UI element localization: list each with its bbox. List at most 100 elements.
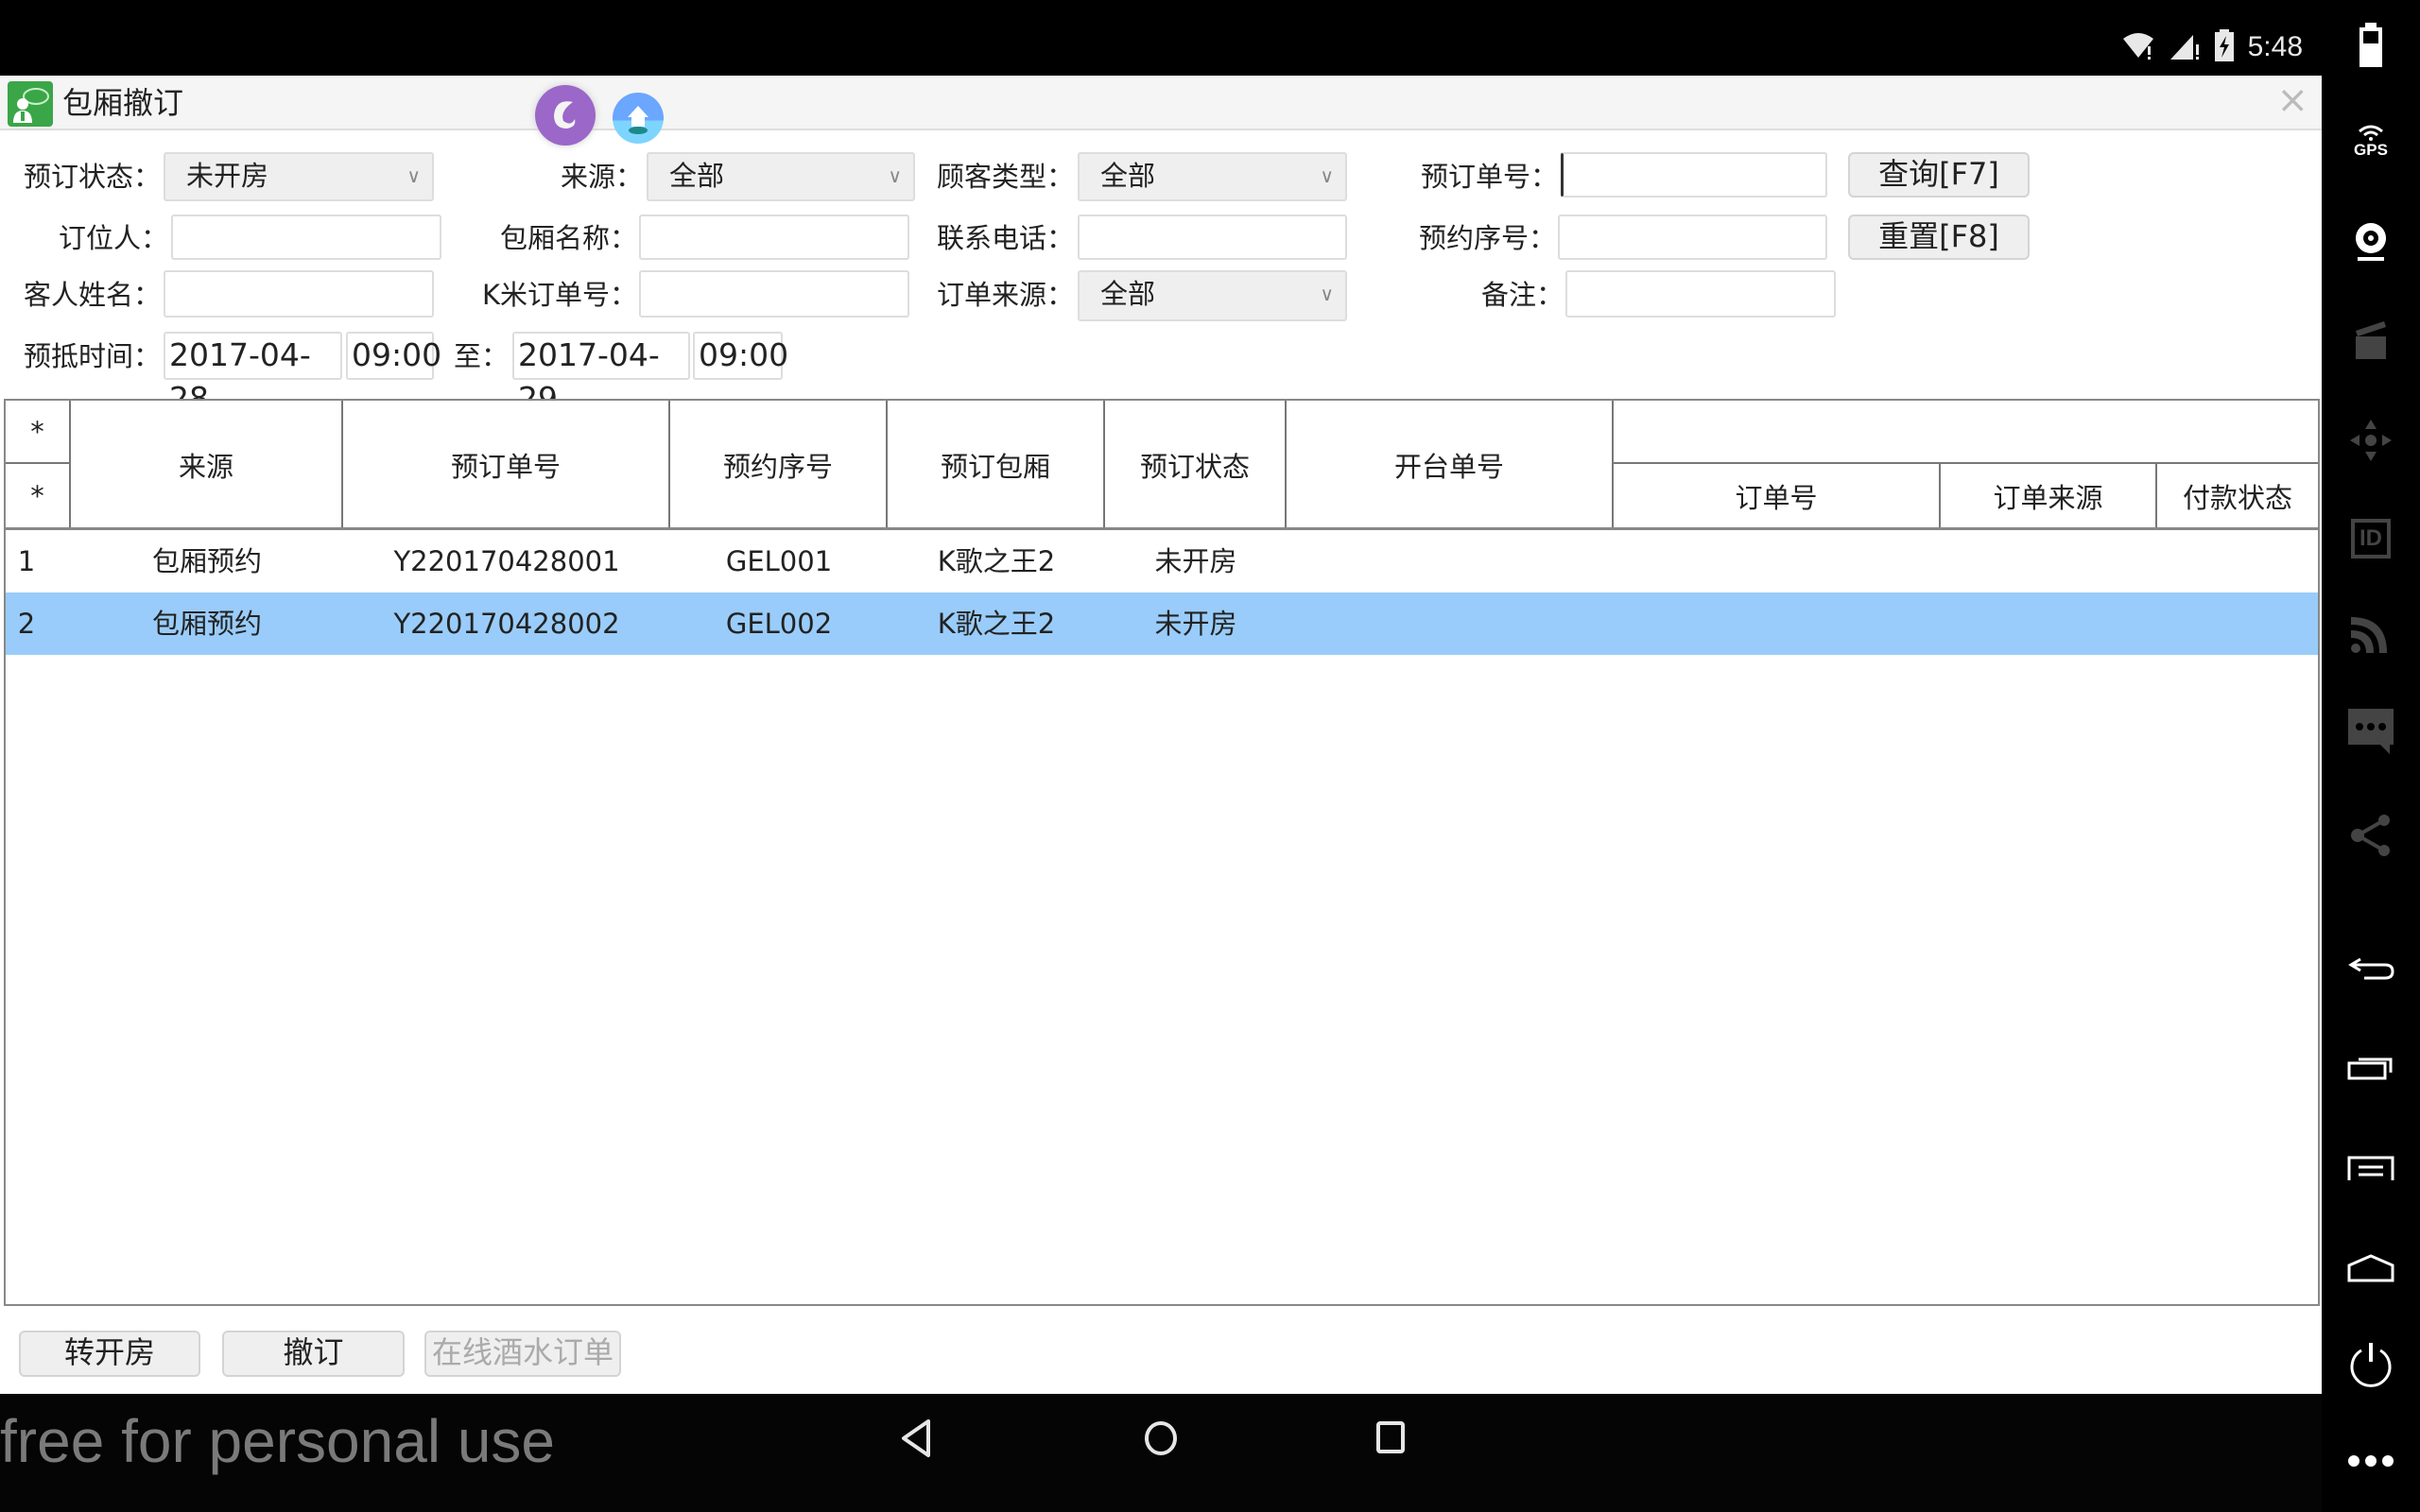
table-row[interactable]: 1 包厢预约 Y220170428001 GEL001 K歌之王2 未开房 — [6, 530, 2318, 593]
room-name-input[interactable] — [639, 215, 909, 260]
cell-reservation-seq: GEL001 — [725, 545, 833, 577]
remark-label: 备注： — [1480, 279, 1564, 311]
gps-icon[interactable]: GPS — [2342, 113, 2399, 170]
emulator-sidebar: GPS ID — [2322, 0, 2420, 1512]
room-name-label: 包厢名称： — [499, 222, 637, 254]
battery-icon — [2342, 17, 2399, 74]
swirl-app-icon[interactable] — [535, 85, 596, 146]
arrival-from-time[interactable]: 09:00 — [346, 332, 441, 380]
chevron-down-icon: ∨ — [1320, 283, 1334, 305]
reservation-seq-input[interactable] — [1558, 215, 1827, 260]
cell-source: 包厢预约 — [151, 608, 262, 640]
customer-type-label: 顾客类型： — [936, 161, 1074, 193]
order-source-value: 全部 — [1100, 278, 1156, 310]
title-bar: 包厢撤订 × — [0, 76, 2322, 146]
booking-status-value: 未开房 — [186, 160, 269, 192]
col-header-order-source[interactable]: 订单来源 — [1941, 464, 2157, 528]
gps-label: GPS — [2354, 141, 2388, 159]
dpad-icon[interactable] — [2342, 412, 2399, 469]
arrival-to-label: 至： — [453, 340, 509, 372]
booking-status-select[interactable]: 未开房 ∨ — [164, 152, 434, 201]
app-logo-icon — [8, 81, 53, 127]
back-icon[interactable] — [2342, 941, 2399, 998]
rss-icon[interactable] — [2342, 605, 2399, 662]
order-source-select[interactable]: 全部 ∨ — [1078, 270, 1347, 321]
wifi-icon — [2121, 31, 2155, 63]
chat-icon[interactable] — [2342, 703, 2399, 760]
id-label: ID — [2351, 519, 2391, 558]
corner-mark-top: * — [6, 401, 71, 464]
booker-input[interactable] — [171, 215, 441, 260]
query-button[interactable]: 查询[F7] — [1848, 152, 2030, 198]
power-icon[interactable] — [2342, 1336, 2399, 1393]
table-row-selected[interactable]: 2 包厢预约 Y220170428002 GEL002 K歌之王2 未开房 — [6, 593, 2318, 655]
cell-status: 未开房 — [1154, 608, 1237, 640]
corner-mark-bottom: * — [6, 464, 71, 528]
reservation-seq-label: 预约序号： — [1418, 222, 1556, 254]
customer-type-select[interactable]: 全部 ∨ — [1078, 152, 1347, 201]
convert-open-room-button[interactable]: 转开房 — [19, 1331, 200, 1377]
row-index: 1 — [17, 545, 36, 577]
signal-icon — [2169, 31, 2201, 63]
reset-button[interactable]: 重置[F8] — [1848, 215, 2030, 260]
arrival-to-date[interactable]: 2017-04-29 — [512, 332, 690, 417]
col-header-status[interactable]: 预订状态 — [1105, 401, 1287, 528]
cell-room: K歌之王2 — [937, 608, 1056, 640]
clapperboard-icon[interactable] — [2342, 312, 2399, 369]
col-header-booking-no[interactable]: 预订单号 — [343, 401, 670, 528]
share-icon[interactable] — [2342, 807, 2399, 864]
col-header-order-no[interactable]: 订单号 — [1614, 464, 1941, 528]
status-bar: 5:48 — [0, 0, 2322, 76]
booking-cancel-window: 包厢撤订 × 预订状态： 未开房 ∨ 来源： 全部 ∨ 顾客类型： 全部 ∨ 预… — [0, 76, 2322, 1394]
nav-home-icon[interactable] — [1142, 1418, 1180, 1463]
kmi-order-no-input[interactable] — [639, 270, 909, 318]
col-header-source[interactable]: 来源 — [71, 401, 343, 528]
home-icon[interactable] — [2342, 1240, 2399, 1297]
guest-name-input[interactable] — [164, 270, 434, 318]
arrival-time-label: 预抵时间： — [23, 340, 161, 372]
cell-source: 包厢预约 — [151, 545, 262, 577]
col-group-header — [1614, 401, 2318, 464]
clock: 5:48 — [2247, 31, 2303, 62]
webcam-icon[interactable] — [2342, 214, 2399, 270]
kmi-order-no-label: K米订单号： — [481, 279, 637, 311]
remark-input[interactable] — [1565, 270, 1836, 318]
phone-input[interactable] — [1078, 215, 1347, 260]
source-label: 来源： — [560, 161, 643, 193]
col-header-pay-status[interactable]: 付款状态 — [2157, 464, 2318, 528]
table-header: * * 来源 预订单号 预约序号 预订包厢 预订状态 开台单号 订单号 订单来源… — [6, 401, 2318, 528]
cancel-booking-button[interactable]: 撤订 — [222, 1331, 405, 1377]
chevron-down-icon: ∨ — [1320, 164, 1334, 187]
cell-reservation-seq: GEL002 — [725, 608, 833, 640]
chevron-down-icon: ∨ — [406, 164, 421, 187]
nav-back-icon[interactable] — [898, 1418, 936, 1463]
source-value: 全部 — [669, 160, 725, 192]
chevron-down-icon: ∨ — [888, 164, 902, 187]
arrival-to-time[interactable]: 09:00 — [693, 332, 788, 380]
order-source-label: 订单来源： — [936, 279, 1074, 311]
online-drinks-order-button[interactable]: 在线酒水订单 — [424, 1331, 621, 1377]
recent-apps-icon[interactable] — [2342, 1040, 2399, 1096]
cell-room: K歌之王2 — [937, 545, 1056, 577]
arrival-from-date[interactable]: 2017-04-28 — [164, 332, 342, 417]
booking-no-label: 预订单号： — [1420, 161, 1558, 193]
watermark-text: free for personal use — [0, 1407, 555, 1475]
more-icon[interactable] — [2342, 1433, 2399, 1489]
menu-icon[interactable] — [2342, 1140, 2399, 1196]
cell-booking-no: Y220170428002 — [393, 608, 620, 640]
close-button[interactable]: × — [2276, 79, 2308, 121]
source-select[interactable]: 全部 ∨ — [647, 152, 915, 201]
col-header-reservation-seq[interactable]: 预约序号 — [670, 401, 888, 528]
booking-status-label: 预订状态： — [23, 161, 161, 193]
col-header-room[interactable]: 预订包厢 — [888, 401, 1105, 528]
nav-recents-icon[interactable] — [1374, 1419, 1409, 1461]
customer-type-value: 全部 — [1100, 160, 1156, 192]
phone-label: 联系电话： — [936, 222, 1074, 254]
home-app-icon[interactable] — [613, 93, 664, 144]
guest-name-label: 客人姓名： — [23, 279, 161, 311]
id-icon[interactable]: ID — [2342, 510, 2399, 567]
cell-status: 未开房 — [1154, 545, 1237, 577]
booking-no-input[interactable] — [1561, 152, 1827, 198]
booker-label: 订位人： — [58, 222, 168, 254]
col-header-table-no[interactable]: 开台单号 — [1287, 401, 1614, 528]
